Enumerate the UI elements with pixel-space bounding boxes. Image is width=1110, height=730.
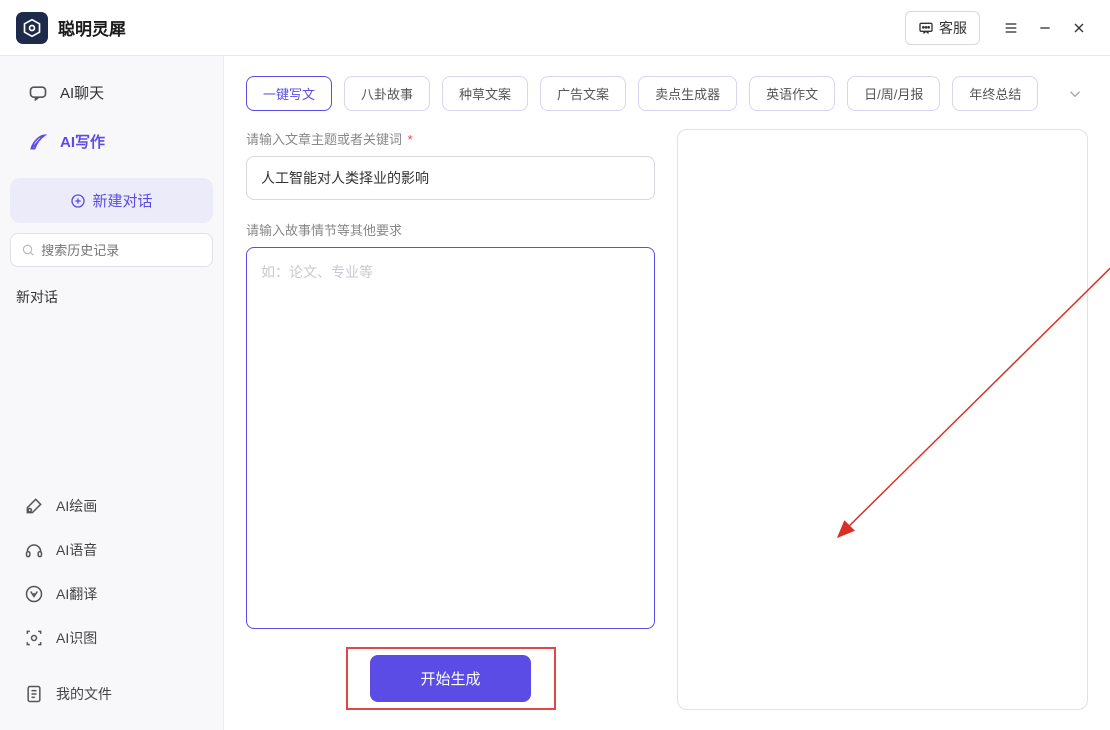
headphones-icon — [24, 540, 44, 560]
input-form: 请输入文章主题或者关键词 * 请输入故事情节等其他要求 开始生成 — [246, 129, 655, 710]
file-icon — [24, 684, 44, 704]
output-panel — [677, 129, 1088, 710]
search-history-box[interactable] — [10, 233, 213, 267]
plus-circle-icon — [70, 193, 86, 209]
tool-ai-image-recognition[interactable]: AI识图 — [10, 616, 213, 660]
search-icon — [21, 242, 35, 258]
nav-ai-writing[interactable]: AI写作 — [10, 119, 213, 164]
tool-ai-translate[interactable]: AI翻译 — [10, 572, 213, 616]
titlebar: 聪明灵犀 客服 — [0, 0, 1110, 56]
tool-ai-drawing[interactable]: AI绘画 — [10, 484, 213, 528]
tag-expand-button[interactable] — [1062, 81, 1088, 107]
tool-ai-voice[interactable]: AI语音 — [10, 528, 213, 572]
tag-gossip-story[interactable]: 八卦故事 — [344, 76, 430, 111]
tool-my-files[interactable]: 我的文件 — [10, 672, 213, 716]
customer-service-button[interactable]: 客服 — [905, 11, 980, 45]
tool-label: AI语音 — [56, 540, 97, 560]
sidebar: AI聊天 AI写作 新建对话 新对话 AI绘画 AI语音 AI翻译 — [0, 56, 224, 730]
hamburger-icon — [1003, 20, 1019, 36]
app-title: 聪明灵犀 — [58, 15, 126, 40]
app-logo-icon — [16, 12, 48, 44]
tag-row: 一键写文 八卦故事 种草文案 广告文案 卖点生成器 英语作文 日/周/月报 年终… — [246, 76, 1088, 111]
feather-icon — [28, 132, 48, 152]
requirement-label: 请输入故事情节等其他要求 — [246, 220, 655, 239]
tag-one-click-write[interactable]: 一键写文 — [246, 76, 332, 111]
minimize-button[interactable] — [1030, 13, 1060, 43]
tag-daily-weekly-monthly-report[interactable]: 日/周/月报 — [847, 76, 940, 111]
minimize-icon — [1037, 20, 1053, 36]
chat-icon — [918, 20, 934, 36]
tag-selling-point-generator[interactable]: 卖点生成器 — [638, 76, 737, 111]
tag-seeding-copy[interactable]: 种草文案 — [442, 76, 528, 111]
generate-highlight-box: 开始生成 — [346, 647, 556, 710]
close-button[interactable] — [1064, 13, 1094, 43]
search-history-input[interactable] — [41, 243, 202, 258]
generate-button[interactable]: 开始生成 — [370, 655, 530, 702]
tag-english-essay[interactable]: 英语作文 — [749, 76, 835, 111]
nav-label: AI聊天 — [60, 82, 104, 103]
tool-label: AI绘画 — [56, 496, 97, 516]
image-scan-icon — [24, 628, 44, 648]
requirement-textarea[interactable] — [246, 247, 655, 629]
history-item[interactable]: 新对话 — [10, 277, 213, 317]
chat-bubble-icon — [28, 83, 48, 103]
close-icon — [1071, 20, 1087, 36]
brush-icon — [24, 496, 44, 516]
customer-service-label: 客服 — [939, 18, 967, 38]
tool-label: AI识图 — [56, 628, 97, 648]
tag-ad-copy[interactable]: 广告文案 — [540, 76, 626, 111]
new-chat-label: 新建对话 — [92, 190, 152, 211]
tag-annual-summary[interactable]: 年终总结 — [952, 76, 1038, 111]
new-chat-button[interactable]: 新建对话 — [10, 178, 213, 223]
menu-button[interactable] — [996, 13, 1026, 43]
main-content: 一键写文 八卦故事 种草文案 广告文案 卖点生成器 英语作文 日/周/月报 年终… — [224, 56, 1110, 730]
topic-input[interactable] — [246, 156, 655, 200]
nav-label: AI写作 — [60, 131, 105, 152]
translate-icon — [24, 584, 44, 604]
chevron-down-icon — [1066, 85, 1084, 103]
tool-label: AI翻译 — [56, 584, 97, 604]
nav-ai-chat[interactable]: AI聊天 — [10, 70, 213, 115]
tool-label: 我的文件 — [56, 684, 112, 704]
topic-label: 请输入文章主题或者关键词 * — [246, 129, 655, 148]
